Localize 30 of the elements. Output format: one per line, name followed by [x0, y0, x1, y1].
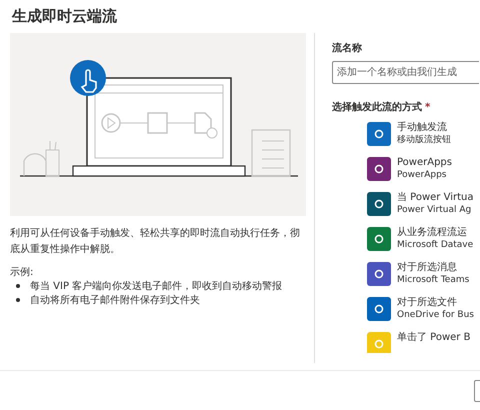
description-text: 利用可从任何设备手动触发、轻松共享的即时流自动执行任务，彻底从重复性操作中解脱。: [10, 226, 300, 257]
trigger-title: 对于所选消息: [397, 261, 458, 274]
page-title: 生成即时云端流: [10, 6, 118, 27]
trigger-option[interactable]: 从业务流程流运 Microsoft Datave: [367, 226, 479, 261]
trigger-subtitle: Power Virtual Ag: [397, 204, 472, 216]
example-text: 自动将所有电子邮件附件保存到文件夹: [30, 294, 200, 308]
trigger-title: 手动触发流: [397, 121, 448, 134]
trigger-title: 从业务流程流运: [397, 226, 468, 239]
flow-name-label: 流名称: [332, 41, 363, 56]
example-text: 每当 VIP 客户端向你发送电子邮件，即收到自动移动警报: [30, 280, 282, 294]
trigger-title: PowerApps: [397, 156, 452, 169]
trigger-title: 单击了 Power B: [397, 331, 470, 344]
trigger-subtitle: Microsoft Datave: [397, 239, 474, 251]
trigger-option[interactable]: PowerApps PowerApps: [367, 156, 479, 191]
bullet-dot: [16, 298, 20, 302]
trigger-subtitle: OneDrive for Bus: [397, 309, 474, 321]
trigger-option[interactable]: 对于所选文件 OneDrive for Bus: [367, 296, 479, 331]
trigger-subtitle: 移动版流按钮: [397, 134, 451, 146]
trigger-title: 对于所选文件: [397, 296, 458, 309]
examples-label: 示例:: [10, 266, 34, 280]
trigger-option[interactable]: 对于所选消息 Microsoft Teams: [367, 261, 479, 296]
trigger-subtitle: Microsoft Teams: [397, 274, 470, 286]
trigger-section-label: 选择触发此流的方式 *: [332, 100, 432, 115]
flow-name-field[interactable]: 添加一个名称或由我们生成: [332, 61, 479, 84]
trigger-title: 当 Power Virtua: [397, 191, 474, 204]
trigger-option[interactable]: 手动触发流 移动版流按钮: [367, 121, 479, 156]
trigger-option[interactable]: 单击了 Power B: [367, 331, 479, 353]
bullet-dot: [16, 284, 20, 288]
trigger-option[interactable]: 当 Power Virtua Power Virtual Ag: [367, 191, 479, 226]
trigger-subtitle: PowerApps: [397, 169, 448, 181]
